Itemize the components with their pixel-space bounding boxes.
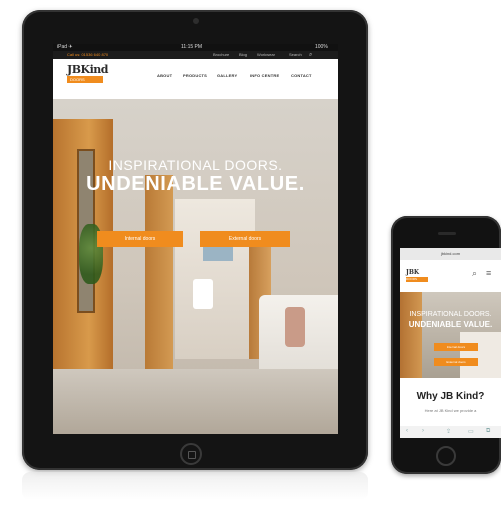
tablet-reflection (22, 472, 368, 500)
hero-image (53, 99, 338, 434)
nav-products[interactable]: PRODUCTS (183, 73, 207, 78)
phone-url-bar[interactable]: jbkind.com (400, 248, 501, 260)
phone-speaker (438, 232, 456, 235)
phone-external-doors-button[interactable]: External doors (434, 358, 478, 366)
phone-hero-headline-2: UNDENIABLE VALUE. (408, 320, 493, 329)
status-battery: 100% (315, 44, 328, 50)
phone-internal-doors-button[interactable]: Internal doors (434, 343, 478, 351)
call-us-text: Call us: 01536 640 870 (67, 52, 109, 57)
site-top-bar: Call us: 01536 640 870 Brochure Blog Wor… (53, 51, 338, 59)
door-middle (145, 175, 173, 375)
back-icon[interactable]: ‹ (406, 428, 408, 434)
phone-screen: jbkind.com JBK DOORS ⌕ ≡ INSPIRATIONAL D… (400, 248, 501, 438)
hero-headline-2: UNDENIABLE VALUE. (86, 173, 305, 195)
phone-home-button[interactable] (436, 446, 456, 466)
phone-search-icon[interactable]: ⌕ (472, 268, 477, 279)
phone-door-left (400, 292, 422, 378)
cushion (285, 307, 305, 347)
phone-menu-icon[interactable]: ≡ (486, 268, 491, 278)
status-time: 11:15 PM (181, 44, 203, 50)
external-doors-button[interactable]: External doors (200, 231, 290, 247)
phone-browser-toolbar: ‹ › ⇪ ▭ ⧉ (400, 426, 501, 438)
tablet-home-button[interactable] (180, 443, 202, 465)
logo-sub: DOORS (70, 77, 85, 82)
status-left: iPad ✈ (57, 44, 73, 50)
nav-gallery[interactable]: GALLERY (217, 73, 237, 78)
phone-logo-sub: DOORS (406, 277, 428, 282)
logo-bar: DOORS (67, 76, 103, 83)
topbar-link-blog[interactable]: Blog (239, 51, 247, 59)
forward-icon[interactable]: › (422, 428, 424, 434)
phone-header: JBK DOORS ⌕ ≡ (400, 260, 501, 292)
back-room (175, 199, 255, 359)
bookmarks-icon[interactable]: ▭ (468, 428, 474, 435)
phone-section-title: Why JB Kind? (416, 391, 485, 402)
internal-doors-button[interactable]: Internal doors (97, 231, 183, 247)
nav-contact[interactable]: CONTACT (291, 73, 312, 78)
floor (53, 369, 338, 434)
phone-section-text: Here at JB Kind we provide a (424, 408, 477, 413)
logo-text: JBKind (67, 63, 108, 76)
phone-logo-text[interactable]: JBK (406, 269, 419, 276)
search-icon[interactable]: ⌕ (309, 51, 312, 59)
site-logo[interactable]: JBKind DOORS (67, 63, 108, 85)
nav-about[interactable]: ABOUT (157, 73, 172, 78)
phone-hero-headline-1: INSPIRATIONAL DOORS. (409, 311, 492, 318)
topbar-link-brochure[interactable]: Brochure (213, 51, 229, 59)
phone-sofa (460, 332, 501, 378)
topbar-link-search[interactable]: Search (289, 51, 302, 59)
tabs-icon[interactable]: ⧉ (486, 428, 490, 435)
tablet-screen: iPad ✈ 11:15 PM 100% Call us: 01536 640 … (53, 44, 338, 434)
tablet-camera (193, 18, 199, 24)
share-icon[interactable]: ⇪ (446, 428, 451, 435)
topbar-link-workwear[interactable]: Workwear (257, 51, 275, 59)
tablet-status-bar: iPad ✈ 11:15 PM 100% (53, 44, 338, 51)
hero-headline-1: INSPIRATIONAL DOORS. (108, 157, 283, 173)
nav-info-centre[interactable]: INFO CENTRE (250, 73, 279, 78)
chair (193, 279, 213, 309)
